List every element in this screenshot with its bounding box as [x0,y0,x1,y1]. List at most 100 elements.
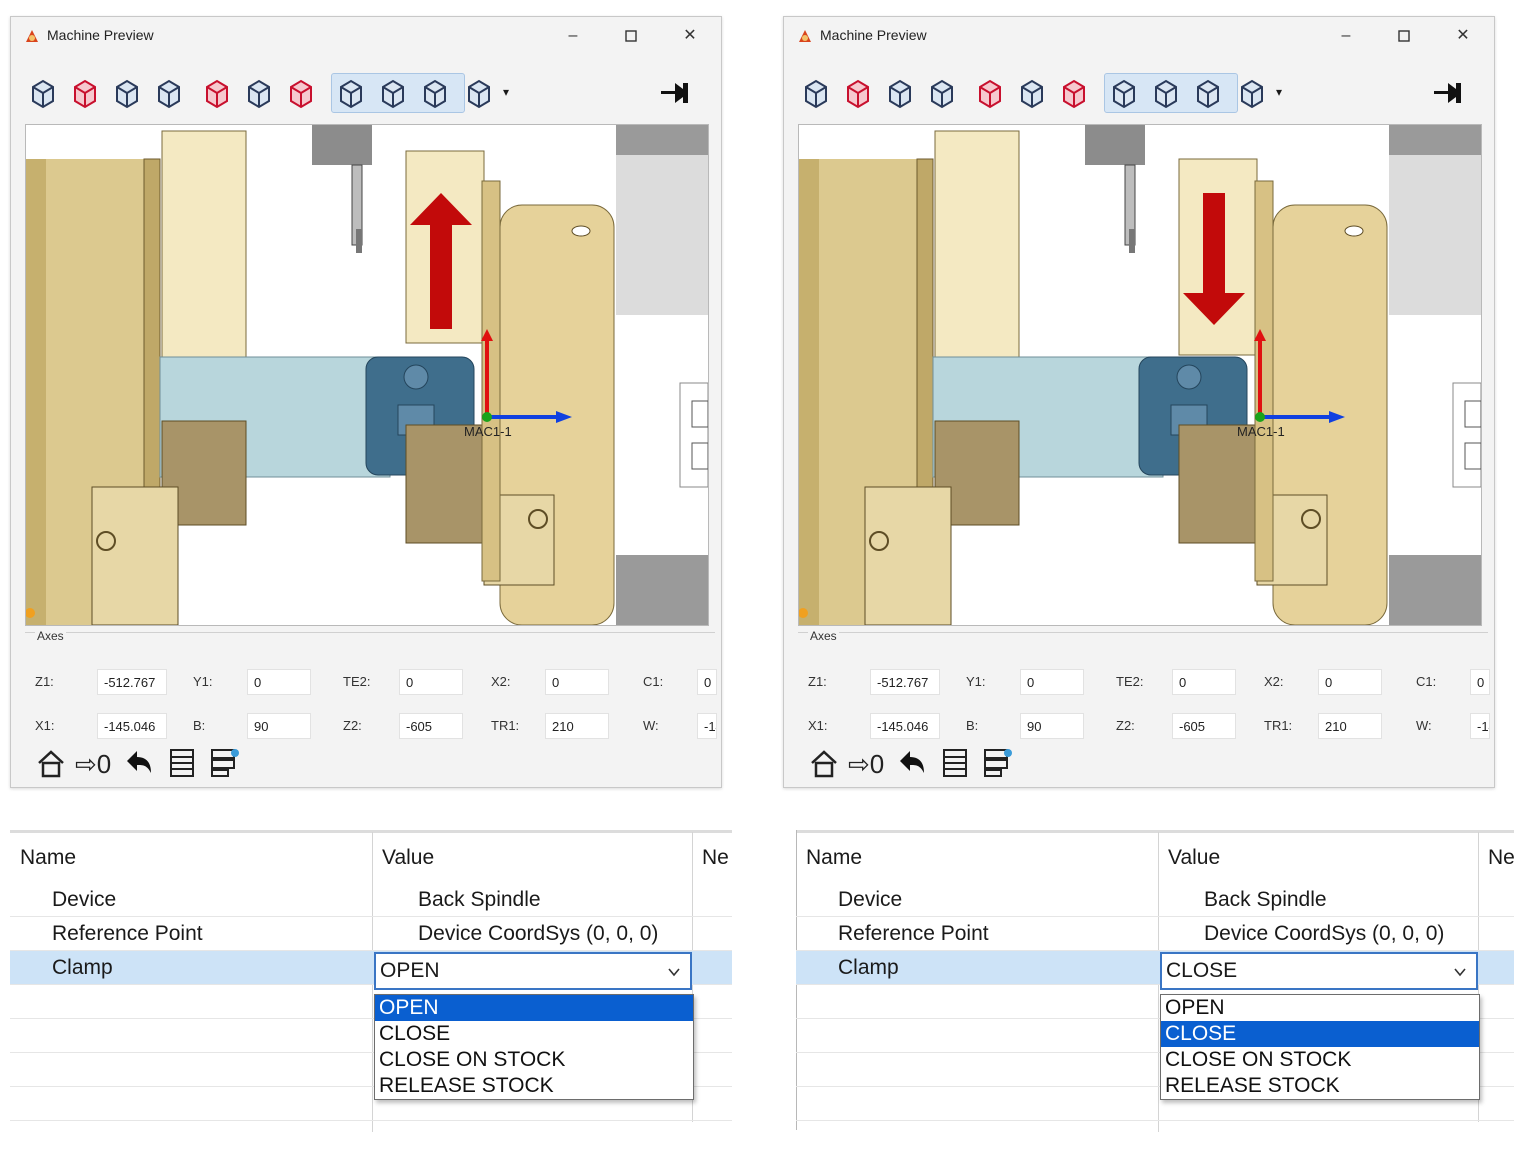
axis-value-field[interactable]: -605 [399,713,463,739]
property-value[interactable]: Back Spindle [1204,888,1327,912]
coordsys-label: MAC1-1 [464,424,512,439]
settings-list-icon[interactable] [982,747,1014,779]
axis-label: X2: [491,674,511,689]
axis-value-field[interactable]: 0 [1470,669,1490,695]
view-rotate-icon[interactable] [243,77,275,109]
axis-label: Y1: [966,674,986,689]
machine-preview-window: Machine Preview – ✕ ▾ MAC1-1 Axes Z1: -5… [10,16,722,788]
property-name[interactable]: Clamp [838,956,899,980]
axis-value-field[interactable]: 210 [1318,713,1382,739]
column-header-value[interactable]: Value [1168,846,1220,870]
axis-value-field[interactable]: 0 [697,669,717,695]
machine-viewport[interactable]: MAC1-1 [798,124,1482,626]
property-name[interactable]: Reference Point [52,922,203,946]
axis-value-field[interactable]: 0 [399,669,463,695]
property-name[interactable]: Clamp [52,956,113,980]
clamp-option[interactable]: OPEN [375,995,693,1021]
properties-grid: Name Value Ne Device Back Spindle Reference P… [796,822,1515,1132]
maximize-button[interactable] [1390,23,1418,49]
clamp-option[interactable]: CLOSE [1161,1021,1479,1047]
zero-icon[interactable]: ⇨0 [75,749,111,780]
property-value[interactable]: Back Spindle [418,888,541,912]
axis-value-field[interactable]: 90 [1020,713,1084,739]
maximize-button[interactable] [617,23,645,49]
view-plane-1-icon[interactable] [1108,77,1140,109]
axis-value-field[interactable]: 0 [1318,669,1382,695]
view-side-icon[interactable] [926,77,958,109]
property-value[interactable]: Device CoordSys (0, 0, 0) [1204,922,1444,946]
clamp-option[interactable]: CLOSE ON STOCK [375,1047,693,1073]
axis-label: C1: [643,674,664,689]
axis-value-field[interactable]: 0 [247,669,311,695]
home-icon[interactable] [35,747,67,779]
property-name[interactable]: Reference Point [838,922,989,946]
axis-value-field[interactable]: 0 [1172,669,1236,695]
clamp-dropdown[interactable]: OPEN [374,952,692,990]
view-red-2-icon[interactable] [1058,77,1090,109]
view-top-icon[interactable] [884,77,916,109]
view-plane-1-icon[interactable] [335,77,367,109]
view-iso-red-icon[interactable] [69,77,101,109]
view-dropdown-caret-icon[interactable]: ▾ [1276,85,1282,99]
axis-value-field[interactable]: -14 [697,713,717,739]
view-top-icon[interactable] [111,77,143,109]
property-name[interactable]: Device [838,888,902,912]
axis-value-field[interactable]: 0 [545,669,609,695]
settings-list-icon[interactable] [209,747,241,779]
coordsys-label: MAC1-1 [1237,424,1285,439]
close-button[interactable]: ✕ [676,23,704,49]
view-plane-2-icon[interactable] [377,77,409,109]
view-rotate-icon[interactable] [1016,77,1048,109]
view-side-icon[interactable] [153,77,185,109]
axis-value-field[interactable]: -605 [1172,713,1236,739]
axis-value-field[interactable]: -512.767 [97,669,167,695]
axis-value-field[interactable]: -512.767 [870,669,940,695]
property-name[interactable]: Device [52,888,116,912]
minimize-button[interactable]: – [559,23,587,49]
view-front-icon[interactable] [800,77,832,109]
machine-viewport[interactable]: MAC1-1 [25,124,709,626]
view-red-2-icon[interactable] [285,77,317,109]
axis-value-field[interactable]: -145.046 [870,713,940,739]
view-plane-3-icon[interactable] [1192,77,1224,109]
axis-value-field[interactable]: -145.046 [97,713,167,739]
list-icon[interactable] [940,747,972,779]
home-icon[interactable] [808,747,840,779]
property-value[interactable]: Device CoordSys (0, 0, 0) [418,922,658,946]
axis-label: X1: [808,718,828,733]
close-button[interactable]: ✕ [1449,23,1477,49]
view-iso-red-icon[interactable] [842,77,874,109]
minimize-button[interactable]: – [1332,23,1360,49]
column-header-next[interactable]: Ne [1488,846,1515,870]
view-red-1-icon[interactable] [974,77,1006,109]
view-front-icon[interactable] [27,77,59,109]
zero-icon[interactable]: ⇨0 [848,749,884,780]
view-plane-2-icon[interactable] [1150,77,1182,109]
column-header-value[interactable]: Value [382,846,434,870]
view-cube-icon[interactable] [1236,77,1268,109]
view-plane-3-icon[interactable] [419,77,451,109]
clamp-option[interactable]: RELEASE STOCK [1161,1073,1479,1099]
clamp-option[interactable]: RELEASE STOCK [375,1073,693,1099]
pin-icon[interactable] [661,79,695,107]
clamp-option[interactable]: CLOSE ON STOCK [1161,1047,1479,1073]
undo-arrow-icon[interactable] [123,747,155,779]
clamp-option[interactable]: OPEN [1161,995,1479,1021]
column-header-name[interactable]: Name [20,846,76,870]
column-header-name[interactable]: Name [806,846,862,870]
view-dropdown-caret-icon[interactable]: ▾ [503,85,509,99]
undo-arrow-icon[interactable] [896,747,928,779]
axis-value-field[interactable]: 210 [545,713,609,739]
list-icon[interactable] [167,747,199,779]
axis-value-field[interactable]: 0 [1020,669,1084,695]
clamp-option[interactable]: CLOSE [375,1021,693,1047]
pin-icon[interactable] [1434,79,1468,107]
view-red-1-icon[interactable] [201,77,233,109]
clamp-dropdown[interactable]: CLOSE [1160,952,1478,990]
view-cube-icon[interactable] [463,77,495,109]
maximize-icon [625,30,637,42]
axis-value-field[interactable]: -14 [1470,713,1490,739]
column-header-next[interactable]: Ne [702,846,729,870]
axis-label: X2: [1264,674,1284,689]
axis-value-field[interactable]: 90 [247,713,311,739]
